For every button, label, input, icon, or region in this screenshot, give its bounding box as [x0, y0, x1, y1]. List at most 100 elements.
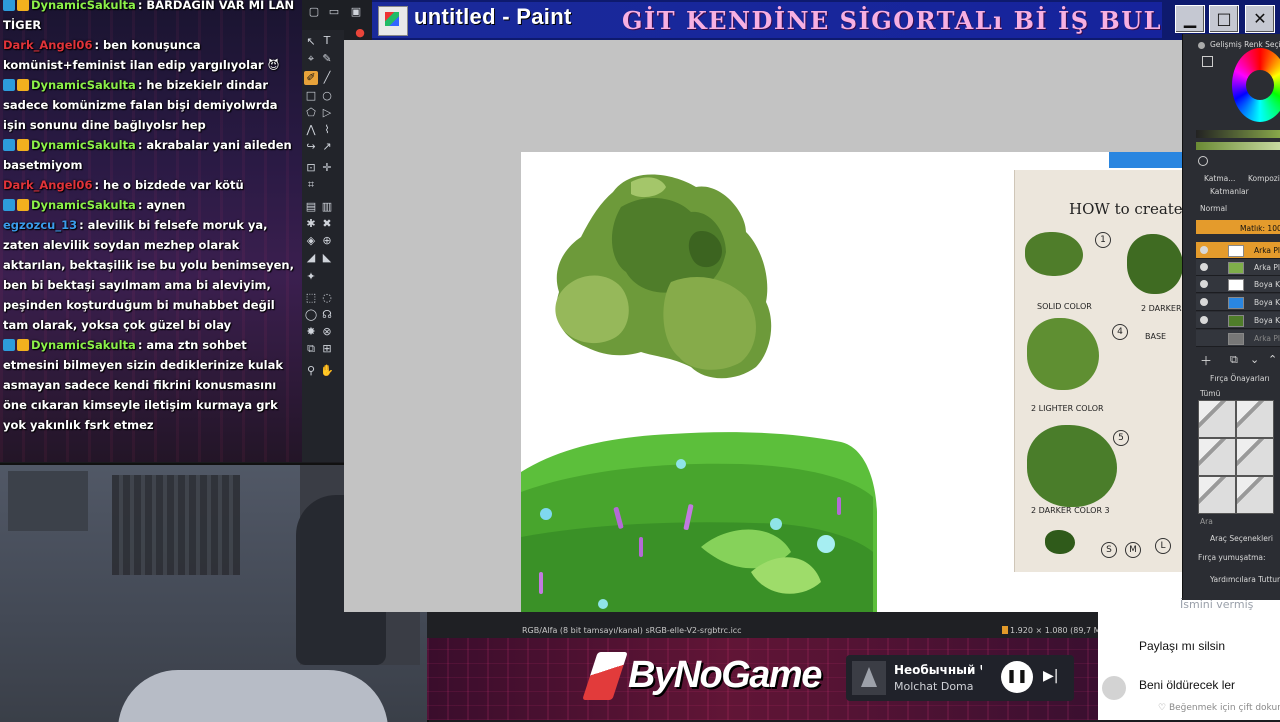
snap-option[interactable]: Yardımcılara Tuttur [1210, 575, 1280, 584]
step-5-badge: 5 [1113, 430, 1129, 446]
fuzzy-select-icon[interactable]: ✸ [304, 325, 318, 339]
album-art [852, 661, 886, 695]
chat-username[interactable]: Dark_Angel06 [3, 38, 92, 52]
hand-tool-icon[interactable]: ✋ [320, 364, 334, 378]
tab-composition[interactable]: Kompozis [1248, 174, 1280, 183]
picker-menu-icon[interactable] [1202, 56, 1213, 67]
comment-item[interactable]: Paylaşı mı silsin [1139, 639, 1225, 653]
drawing-canvas[interactable]: HOW to create 1 4 5 S M L SOLID COLOR 2 … [521, 152, 1182, 612]
brush-preset[interactable] [1236, 400, 1274, 438]
ref-label-darker-3: 2 DARKER COLOR 3 [1031, 506, 1110, 515]
chat-overlay: DynamicSakulta: BARDAĞIN VAR MI LAN TİGE… [0, 0, 302, 462]
lasso-select-icon[interactable]: ◯ [304, 308, 318, 322]
layer-thumbnail [1228, 315, 1244, 327]
layer-thumbnail [1228, 279, 1244, 291]
layer-down-icon[interactable]: ⌄ [1250, 353, 1259, 366]
eye-icon[interactable] [1200, 246, 1208, 254]
chat-message: egzozcu_13: alevilik bi felsefe moruk ya… [3, 215, 301, 335]
zoom-tool-icon[interactable]: ⚲ [304, 364, 318, 378]
comment-item[interactable]: Beni öldürecek ler [1139, 678, 1235, 692]
subscriber-badge-icon [17, 0, 29, 11]
duplicate-layer-icon[interactable]: ⧉ [1230, 353, 1238, 367]
rectangle-tool-icon[interactable]: □ [304, 89, 318, 103]
close-button[interactable]: ✕ [1245, 5, 1275, 33]
clone-tool-icon[interactable]: ✖ [320, 217, 334, 231]
chat-username[interactable]: egzozcu_13 [3, 218, 77, 232]
layer-up-icon[interactable]: ⌃ [1268, 353, 1277, 366]
eye-icon[interactable] [1200, 316, 1208, 324]
refresh-icon[interactable] [1198, 156, 1208, 166]
foreground-select-icon[interactable]: ⧉ [304, 342, 318, 356]
save-icon[interactable]: ▣ [349, 5, 363, 19]
chat-username[interactable]: DynamicSakulta [31, 78, 136, 92]
hue-slider[interactable] [1196, 130, 1280, 138]
folder-icon[interactable]: ▭ [327, 5, 341, 19]
dodge-tool-icon[interactable]: ◣ [320, 251, 334, 265]
bucket-icon[interactable]: ◈ [304, 234, 318, 248]
brush-preset[interactable] [1198, 400, 1236, 438]
heart-icon[interactable]: ♡ [1158, 703, 1169, 713]
ellipse-tool-icon[interactable]: ○ [320, 89, 334, 103]
blend-mode-select[interactable]: Normal [1200, 204, 1227, 213]
bezier-tool-icon[interactable]: ⌇ [320, 123, 334, 137]
size-s-badge: S [1101, 542, 1117, 558]
color-select-icon[interactable]: ⊗ [320, 325, 334, 339]
avatar[interactable] [1102, 676, 1126, 700]
chat-text: : aynen [137, 198, 186, 212]
eye-icon[interactable] [1200, 280, 1208, 288]
move-tool-icon[interactable]: ↖ [304, 35, 318, 49]
maximize-button[interactable]: □ [1209, 5, 1239, 33]
smudge-tool-icon[interactable]: ↗ [320, 140, 334, 154]
pattern-tool-icon[interactable]: ⊕ [320, 234, 334, 248]
brush-preset[interactable] [1236, 476, 1274, 514]
fill-tool-icon[interactable]: ▥ [320, 200, 334, 214]
brush-preset[interactable] [1198, 476, 1236, 514]
tab-channels[interactable]: Katma... [1204, 174, 1235, 183]
eye-icon[interactable] [1200, 263, 1208, 271]
brush-search[interactable]: Ara [1200, 517, 1213, 526]
transform-tool-icon[interactable]: ⊡ [304, 161, 318, 175]
chat-username[interactable]: DynamicSakulta [31, 198, 136, 212]
ellipse-select-icon[interactable]: ◌ [320, 291, 334, 305]
new-layer-icon[interactable]: ＋ [1200, 352, 1212, 369]
chat-username[interactable]: DynamicSakulta [31, 138, 136, 152]
twitch-badge-icon [3, 199, 15, 211]
minimize-button[interactable]: ▁ [1175, 5, 1205, 33]
paint-app-icon [378, 6, 408, 36]
twitch-badge-icon [3, 139, 15, 151]
magic-wand-icon[interactable]: ✱ [304, 217, 318, 231]
eye-icon[interactable] [1200, 298, 1208, 306]
brush-filter[interactable]: Tümü [1200, 389, 1220, 398]
gradient-tool-icon[interactable]: ▤ [304, 200, 318, 214]
chat-username[interactable]: Dark_Angel06 [3, 178, 92, 192]
chat-message-list: DynamicSakulta: BARDAĞIN VAR MI LAN TİGE… [3, 0, 301, 435]
paintbrush-tool-icon[interactable]: ✐ [304, 71, 318, 85]
path-tool-icon[interactable]: ⋀ [304, 123, 318, 137]
ref-darker3-shape [1027, 425, 1117, 507]
brush-preset[interactable] [1198, 438, 1236, 476]
chat-username[interactable]: DynamicSakulta [31, 338, 136, 352]
line-tool-icon[interactable]: ╱ [320, 71, 334, 85]
eyedropper-icon[interactable]: ✎ [320, 52, 334, 66]
pause-button[interactable]: ❚❚ [1001, 661, 1033, 693]
curve-tool-icon[interactable]: ↪ [304, 140, 318, 154]
polygon-tool-icon[interactable]: ⬠ [304, 106, 318, 120]
ref-label-base: BASE [1145, 332, 1167, 341]
blur-tool-icon[interactable]: ◢ [304, 251, 318, 265]
color-wheel-icon[interactable]: ● [353, 26, 367, 40]
text-tool-icon[interactable]: T [320, 34, 334, 48]
brush-preset[interactable] [1236, 438, 1274, 476]
rect-select-icon[interactable]: ⬚ [304, 291, 318, 305]
heal-tool-icon[interactable]: ⌖ [304, 52, 318, 66]
value-slider[interactable] [1196, 142, 1280, 150]
bezier-select-icon[interactable]: ☊ [320, 308, 334, 322]
new-file-icon[interactable]: ▢ [307, 5, 321, 19]
next-track-icon[interactable]: ▶| [1043, 668, 1058, 684]
collapse-icon[interactable] [1198, 42, 1205, 49]
crop-tool-icon[interactable]: ⌗ [304, 178, 318, 192]
chat-username[interactable]: DynamicSakulta [31, 0, 136, 12]
scissors-select-icon[interactable]: ⊞ [320, 342, 334, 356]
move-cross-icon[interactable]: ✛ [320, 161, 334, 175]
pin-tool-icon[interactable]: ✦ [304, 270, 318, 284]
triangle-tool-icon[interactable]: ▷ [320, 106, 334, 120]
